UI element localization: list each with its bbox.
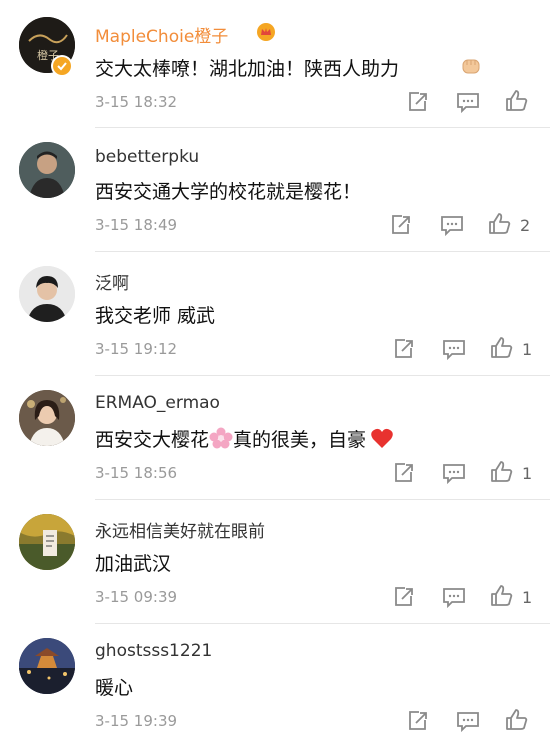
avatar[interactable]	[19, 266, 75, 322]
divider	[95, 127, 550, 128]
avatar-image	[19, 638, 75, 694]
cherry-blossom-emoji-icon	[209, 427, 233, 449]
like-icon[interactable]	[489, 583, 515, 609]
avatar[interactable]	[19, 390, 75, 446]
comment-item: ghostsss1221 暖心 3-15 19:39	[0, 623, 550, 742]
reply-icon[interactable]	[439, 212, 465, 238]
reply-icon[interactable]	[441, 460, 467, 486]
avatar-image	[19, 266, 75, 322]
avatar[interactable]	[19, 142, 75, 198]
comment-text-part: 西安交大樱花	[95, 429, 210, 451]
comment-text: 西安交大樱花 真的很美，自豪	[95, 425, 394, 452]
avatar-image	[19, 390, 75, 446]
username[interactable]: bebetterpku	[95, 147, 199, 167]
comment-text: 暖心	[95, 677, 134, 699]
reply-icon[interactable]	[441, 336, 467, 362]
repost-icon[interactable]	[391, 460, 417, 486]
divider	[95, 251, 550, 252]
comment-item: 永远相信美好就在眼前 加油武汉 3-15 09:39 1	[0, 499, 550, 623]
username[interactable]: ghostsss1221	[95, 641, 212, 661]
comment-text: 交大太棒嘹！湖北加油！陕西人助力	[95, 58, 400, 80]
like-count: 1	[522, 340, 533, 359]
repost-icon[interactable]	[391, 584, 417, 610]
avatar[interactable]	[19, 638, 75, 694]
like-icon[interactable]	[504, 707, 530, 733]
like-icon[interactable]	[487, 211, 513, 237]
repost-icon[interactable]	[391, 336, 417, 362]
reply-icon[interactable]	[455, 89, 481, 115]
comment-text: 加油武汉	[95, 553, 172, 575]
like-count: 1	[522, 588, 533, 607]
divider	[95, 623, 550, 624]
like-icon[interactable]	[489, 335, 515, 361]
verified-badge-icon	[51, 55, 73, 77]
comment-item: 橙子 MapleChoie橙子 交大太棒嘹！湖北加油！陕西人助力 3-15 18…	[0, 0, 550, 127]
comment-text: 我交老师 威武	[95, 305, 216, 327]
comment-item: ERMAO_ermao 西安交大樱花 真的很美，自豪 3-15 18:56 1	[0, 375, 550, 499]
comment-text: 西安交通大学的校花就是樱花！	[95, 181, 362, 203]
username[interactable]: 永远相信美好就在眼前	[95, 517, 265, 542]
timestamp: 3-15 18:32	[95, 93, 178, 111]
comment-text-part: 真的很美，自豪	[233, 429, 367, 451]
timestamp: 3-15 18:49	[95, 216, 178, 234]
divider	[95, 499, 550, 500]
avatar-image	[19, 514, 75, 570]
timestamp: 3-15 19:12	[95, 340, 178, 358]
like-count: 2	[520, 216, 531, 235]
vip-crown-icon	[256, 22, 276, 42]
reply-icon[interactable]	[455, 708, 481, 734]
like-icon[interactable]	[504, 88, 530, 114]
repost-icon[interactable]	[405, 89, 431, 115]
like-icon[interactable]	[489, 459, 515, 485]
username[interactable]: ERMAO_ermao	[95, 393, 220, 413]
comment-item: 泛啊 我交老师 威武 3-15 19:12 1	[0, 251, 550, 375]
divider	[95, 375, 550, 376]
username[interactable]: MapleChoie橙子	[95, 22, 228, 47]
username[interactable]: 泛啊	[95, 269, 129, 294]
comment-item: bebetterpku 西安交通大学的校花就是樱花！ 3-15 18:49 2	[0, 127, 550, 251]
avatar-image	[19, 142, 75, 198]
timestamp: 3-15 09:39	[95, 588, 178, 606]
repost-icon[interactable]	[388, 212, 414, 238]
like-count: 1	[522, 464, 533, 483]
avatar[interactable]	[19, 514, 75, 570]
timestamp: 3-15 19:39	[95, 712, 178, 730]
timestamp: 3-15 18:56	[95, 464, 178, 482]
heart-emoji-icon	[370, 427, 394, 449]
reply-icon[interactable]	[441, 584, 467, 610]
fist-emoji-icon	[459, 54, 483, 78]
repost-icon[interactable]	[405, 708, 431, 734]
